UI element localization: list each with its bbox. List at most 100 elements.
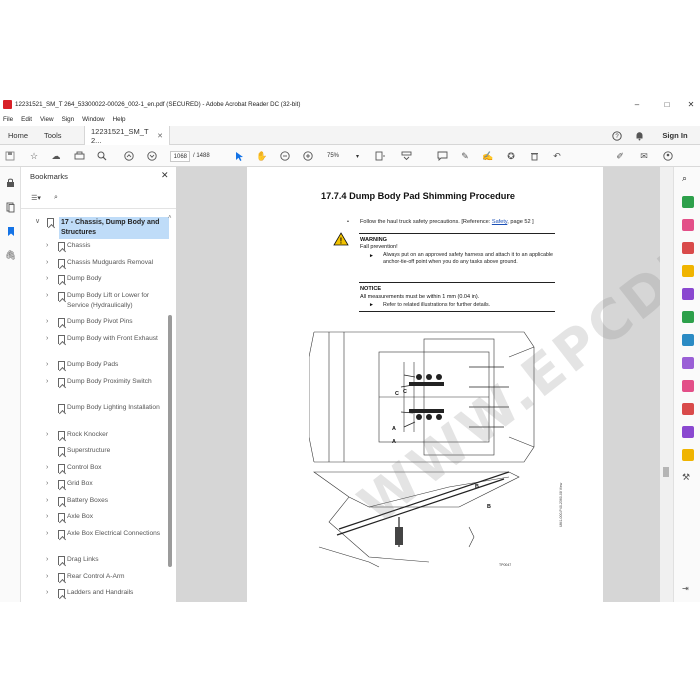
menu-view[interactable]: View bbox=[40, 116, 54, 123]
mail-icon[interactable]: ✉ bbox=[636, 148, 652, 164]
scroll-up-arrow-icon[interactable]: ˄ bbox=[168, 215, 172, 221]
bookmark-options-icon[interactable]: ☰▾ bbox=[29, 192, 43, 204]
select-cursor-icon[interactable] bbox=[231, 148, 247, 164]
search-tools-icon[interactable]: ⌕ bbox=[682, 173, 694, 185]
create-pdf-icon[interactable] bbox=[682, 219, 694, 231]
tab-close-icon[interactable]: ✕ bbox=[157, 132, 163, 140]
bookmark-item[interactable]: › Ladders and Handrails bbox=[46, 588, 166, 598]
chevron-right-icon[interactable]: › bbox=[46, 241, 54, 251]
chevron-down-icon[interactable]: ∨ bbox=[35, 217, 43, 227]
document-scroll-thumb[interactable] bbox=[663, 467, 669, 477]
bookmark-item[interactable]: › Chassis Mudguards Removal bbox=[46, 258, 166, 268]
menu-sign[interactable]: Sign bbox=[62, 116, 75, 123]
previous-page-icon[interactable] bbox=[121, 148, 137, 164]
bookmarks-scrollbar[interactable] bbox=[168, 315, 172, 567]
tab-tools[interactable]: Tools bbox=[38, 126, 68, 145]
tab-document[interactable]: 12231521_SM_T 2... ✕ bbox=[84, 126, 170, 145]
comment-tool-icon[interactable] bbox=[682, 265, 694, 277]
help-icon[interactable]: ? bbox=[610, 126, 624, 145]
bookmark-item[interactable]: › Dump Body bbox=[46, 274, 166, 284]
upload-cloud-icon[interactable]: ☁ bbox=[48, 148, 64, 164]
document-scrollbar[interactable] bbox=[660, 167, 673, 602]
redact-icon[interactable] bbox=[682, 403, 694, 415]
send-for-signature-icon[interactable] bbox=[682, 426, 694, 438]
page-number-input[interactable]: 1068 bbox=[170, 150, 190, 162]
next-page-icon[interactable] bbox=[144, 148, 160, 164]
chevron-right-icon[interactable]: › bbox=[46, 512, 54, 522]
zoom-out-icon[interactable] bbox=[277, 148, 293, 164]
bookmark-item[interactable]: Dump Body Lighting Installation bbox=[46, 403, 166, 423]
chevron-right-icon[interactable]: › bbox=[46, 377, 54, 387]
chevron-right-icon[interactable]: › bbox=[46, 274, 54, 284]
edit-pdf-icon[interactable] bbox=[682, 242, 694, 254]
compare-icon[interactable] bbox=[682, 449, 694, 461]
organize-pages-icon[interactable] bbox=[682, 311, 694, 323]
chevron-right-icon[interactable]: › bbox=[46, 529, 54, 539]
menu-window[interactable]: Window bbox=[82, 116, 104, 123]
pen-tool-icon[interactable]: ✐ bbox=[612, 148, 628, 164]
scan-ocr-icon[interactable] bbox=[682, 334, 694, 346]
page-fit-icon[interactable] bbox=[372, 148, 388, 164]
chevron-right-icon[interactable]: › bbox=[46, 572, 54, 582]
chevron-right-icon[interactable]: › bbox=[46, 258, 54, 268]
collapse-pane-icon[interactable]: ⇥ bbox=[682, 584, 694, 596]
chevron-right-icon[interactable]: › bbox=[46, 479, 54, 489]
undo-icon[interactable]: ↶ bbox=[549, 148, 565, 164]
fill-sign-icon[interactable] bbox=[682, 357, 694, 369]
tab-home[interactable]: Home bbox=[2, 126, 34, 145]
bookmark-item[interactable]: › Dump Body Lift or Lower for Service (Hy… bbox=[46, 291, 166, 311]
bookmark-item[interactable]: › Dump Body Proximity Switch bbox=[46, 377, 166, 397]
bookmark-item[interactable]: › Axle Box Electrical Connections bbox=[46, 529, 166, 549]
highlight-pen-icon[interactable]: ✎ bbox=[457, 148, 473, 164]
menu-edit[interactable]: Edit bbox=[21, 116, 32, 123]
bookmark-root[interactable]: ∨ 17 - Chassis, Dump Body and Structures bbox=[35, 217, 175, 239]
scroll-mode-icon[interactable] bbox=[398, 148, 414, 164]
share-icon[interactable] bbox=[660, 148, 676, 164]
menu-file[interactable]: File bbox=[3, 116, 13, 123]
bookmark-item[interactable]: › Rear Control A-Arm bbox=[46, 572, 166, 582]
bookmark-item[interactable]: › Rock Knocker bbox=[46, 430, 166, 440]
bookmarks-close-icon[interactable]: ✕ bbox=[161, 170, 169, 181]
zoom-in-icon[interactable] bbox=[300, 148, 316, 164]
chevron-right-icon[interactable]: › bbox=[46, 334, 54, 344]
print-icon[interactable] bbox=[71, 148, 87, 164]
save-icon[interactable] bbox=[2, 148, 18, 164]
chevron-right-icon[interactable]: › bbox=[46, 555, 54, 565]
bookmark-item[interactable]: › Dump Body Pivot Pins bbox=[46, 317, 166, 327]
attachment-paperclip-icon[interactable]: 🖇 bbox=[5, 249, 16, 261]
chevron-right-icon[interactable]: › bbox=[46, 360, 54, 370]
export-pdf-icon[interactable] bbox=[682, 196, 694, 208]
bookmark-item[interactable]: › Dump Body with Front Exhaust bbox=[46, 334, 166, 354]
maximize-button[interactable]: □ bbox=[654, 96, 680, 113]
document-viewport[interactable]: 17.7.4 Dump Body Pad Shimming Procedure … bbox=[177, 96, 700, 602]
bookmark-item[interactable]: › Axle Box bbox=[46, 512, 166, 522]
bookmark-item[interactable]: › Drag Links bbox=[46, 555, 166, 565]
hand-tool-icon[interactable]: ✋ bbox=[254, 148, 270, 164]
bookmark-item[interactable]: › Dump Body Pads bbox=[46, 360, 166, 370]
chevron-right-icon[interactable]: › bbox=[46, 463, 54, 473]
chevron-right-icon[interactable]: › bbox=[46, 430, 54, 440]
menu-help[interactable]: Help bbox=[113, 116, 126, 123]
protect-icon[interactable] bbox=[682, 380, 694, 392]
chevron-right-icon[interactable]: › bbox=[46, 496, 54, 506]
bookmark-item[interactable]: Superstructure bbox=[46, 446, 166, 456]
safety-link[interactable]: Safety bbox=[492, 219, 507, 225]
search-icon[interactable] bbox=[94, 148, 110, 164]
bookmarks-panel-icon[interactable] bbox=[5, 225, 16, 237]
more-tools-wrench-icon[interactable]: ⚒ bbox=[682, 472, 694, 484]
delete-icon[interactable] bbox=[526, 148, 542, 164]
sign-in-button[interactable]: Sign In bbox=[658, 126, 692, 145]
comment-icon[interactable] bbox=[434, 148, 450, 164]
bookmark-star-icon[interactable]: ☆ bbox=[26, 148, 42, 164]
draw-icon[interactable]: ✍ bbox=[480, 148, 496, 164]
chevron-right-icon[interactable]: › bbox=[46, 588, 54, 598]
pages-thumbnail-icon[interactable] bbox=[5, 201, 16, 213]
bookmark-item[interactable]: › Battery Boxes bbox=[46, 496, 166, 506]
stamp-icon[interactable]: ✪ bbox=[503, 148, 519, 164]
minimize-button[interactable]: – bbox=[624, 96, 650, 113]
close-window-button[interactable]: ✕ bbox=[678, 96, 700, 113]
lock-icon[interactable] bbox=[5, 176, 16, 188]
chevron-right-icon[interactable]: › bbox=[46, 317, 54, 327]
combine-files-icon[interactable] bbox=[682, 288, 694, 300]
bookmark-item[interactable]: › Control Box bbox=[46, 463, 166, 473]
